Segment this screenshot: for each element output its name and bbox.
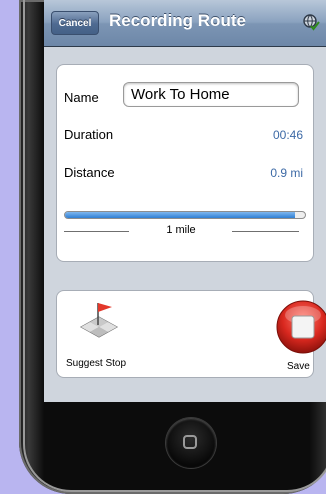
route-name-input[interactable]: Work To Home (123, 82, 299, 107)
scale-line-left (64, 231, 129, 232)
distance-label: Distance (64, 165, 115, 180)
home-square-icon (183, 435, 197, 449)
scale-line-right (232, 231, 299, 232)
app-screen: Cancel Recording Route Name Work To Home… (44, 0, 326, 402)
stop-record-icon (275, 299, 326, 360)
distance-progress-fill (65, 212, 296, 218)
distance-progress-bar (64, 211, 306, 219)
duration-value: 00:46 (272, 128, 303, 142)
name-label: Name (64, 90, 99, 105)
suggest-stop-label: Suggest Stop (66, 358, 127, 369)
globe-check-icon[interactable] (302, 13, 322, 33)
navigation-bar: Cancel Recording Route (44, 0, 326, 47)
page-title: Recording Route (109, 11, 246, 30)
distance-value: 0.9 mi (270, 166, 303, 180)
suggest-stop-button[interactable]: Suggest Stop (57, 291, 177, 377)
save-button[interactable]: Save (207, 291, 326, 377)
map-flag-icon (79, 301, 119, 350)
actions-card: Suggest Stop Save (56, 290, 326, 378)
save-label: Save (287, 361, 310, 372)
scale-label: 1 mile (166, 224, 196, 236)
duration-label: Duration (64, 127, 114, 142)
cancel-button[interactable]: Cancel (51, 11, 99, 35)
home-button[interactable] (166, 418, 216, 468)
route-info-card: Name Work To Home Duration 00:46 Distanc… (56, 64, 314, 262)
